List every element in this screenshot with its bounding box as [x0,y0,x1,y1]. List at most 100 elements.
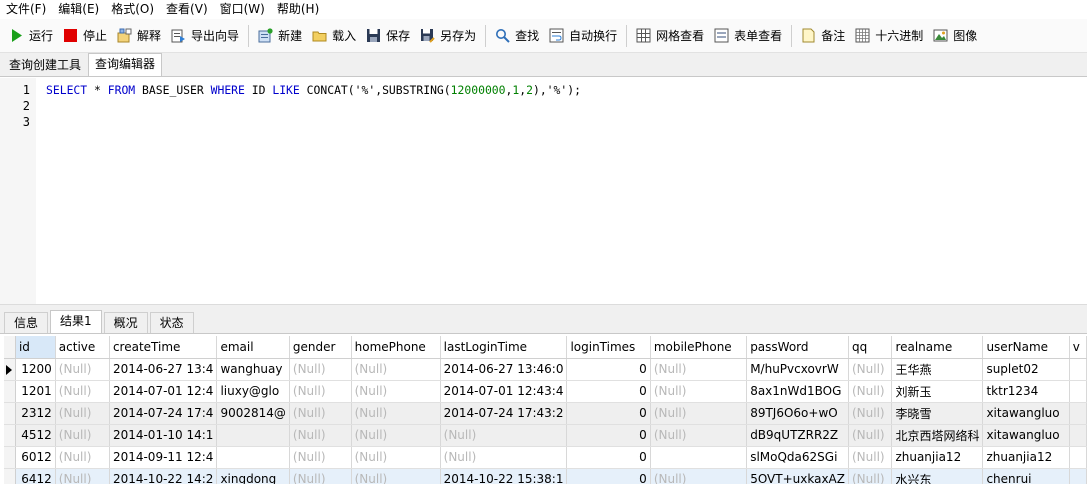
table-cell[interactable] [216,446,290,469]
column-header-gender[interactable]: gender [289,336,352,359]
table-cell[interactable]: 刘新玉 [891,380,984,403]
table-cell[interactable]: (Null) [55,402,110,425]
tab-query-editor[interactable]: 查询编辑器 [88,53,163,76]
column-header-createtime[interactable]: createTime [109,336,218,359]
table-cell[interactable]: (Null) [351,468,441,484]
table-cell[interactable]: (Null) [650,402,748,425]
table-cell[interactable]: (Null) [289,380,352,403]
run-button[interactable]: 运行 [4,24,58,48]
table-cell[interactable]: 0 [566,380,651,403]
column-header-qq[interactable]: qq [848,336,893,359]
column-header-homephone[interactable]: homePhone [351,336,441,359]
image-button[interactable]: 图像 [928,24,982,48]
column-header-id[interactable]: id [15,336,56,359]
table-cell[interactable]: xingdong [216,468,290,484]
row-indicator[interactable] [4,424,16,447]
table-cell[interactable]: 0 [566,446,651,469]
row-indicator[interactable] [4,468,16,484]
table-cell[interactable]: 0 [566,402,651,425]
table-cell[interactable]: (Null) [351,446,441,469]
table-cell[interactable]: (Null) [848,402,893,425]
table-cell[interactable]: M/huPvcxovrW [746,358,849,381]
new-button[interactable]: 新建 [253,24,307,48]
load-button[interactable]: 载入 [307,24,361,48]
find-button[interactable]: 查找 [490,24,544,48]
column-header-password[interactable]: passWord [746,336,849,359]
table-cell[interactable]: (Null) [848,358,893,381]
table-cell[interactable]: (Null) [650,424,748,447]
table-cell[interactable]: slMoQda62SGi [746,446,849,469]
table-cell[interactable]: 89TJ6O6o+wO [746,402,849,425]
table-cell[interactable]: (Null) [289,358,352,381]
tab-status[interactable]: 状态 [149,312,194,333]
table-cell[interactable] [1069,468,1087,484]
column-header-mobilephone[interactable]: mobilePhone [650,336,748,359]
table-cell[interactable]: xitawangluo [982,424,1070,447]
sql-editor[interactable]: 1 2 3 SELECT * FROM BASE_USER WHERE ID L… [0,78,1087,304]
table-cell[interactable]: (Null) [650,358,748,381]
table-cell[interactable]: 2014-07-24 17:4 [109,402,218,425]
table-cell[interactable]: (Null) [289,468,352,484]
table-row[interactable]: 1200 (Null) 2014-06-27 13:4 wanghuay (Null)(… [4,358,1087,381]
table-cell[interactable]: (Null) [848,446,893,469]
column-header-username[interactable]: userName [982,336,1070,359]
hex-button[interactable]: 十六进制 [850,24,928,48]
table-cell[interactable]: (Null) [650,468,748,484]
table-cell[interactable]: (Null) [289,446,352,469]
table-cell[interactable] [1069,402,1087,425]
table-cell[interactable]: 0 [566,358,651,381]
grid-view-button[interactable]: 网格查看 [631,24,709,48]
table-cell[interactable]: (Null) [351,402,441,425]
column-header-lastlogintime[interactable]: lastLoginTime [440,336,568,359]
table-cell[interactable]: (Null) [848,380,893,403]
table-cell[interactable]: 2014-06-27 13:4 [109,358,218,381]
table-cell[interactable]: (Null) [351,358,441,381]
table-cell[interactable]: (Null) [55,424,110,447]
table-cell[interactable] [1069,380,1087,403]
table-cell[interactable]: (Null) [351,424,441,447]
table-cell[interactable]: 水兴东 [891,468,984,484]
table-cell[interactable] [1069,358,1087,381]
table-cell[interactable]: suplet02 [982,358,1070,381]
table-cell[interactable]: (Null) [55,468,110,484]
table-cell[interactable]: 5OVT+uxkaxAZ [746,468,849,484]
tab-profile[interactable]: 概况 [103,312,148,333]
tab-query-builder[interactable]: 查询创建工具 [2,54,88,76]
menu-help[interactable]: 帮助(H) [271,0,325,18]
table-cell[interactable] [1069,446,1087,469]
table-cell[interactable]: 2014-10-22 15:38:1 [440,468,568,484]
table-cell[interactable]: (Null) [289,402,352,425]
table-cell[interactable]: 2312 [15,402,56,425]
table-cell[interactable]: 2014-07-24 17:43:2 [440,402,568,425]
form-view-button[interactable]: 表单查看 [709,24,787,48]
word-wrap-button[interactable]: 自动换行 [544,24,622,48]
table-cell[interactable]: 北京西塔网络科 [891,424,984,447]
table-cell[interactable]: (Null) [289,424,352,447]
table-cell[interactable]: zhuanjia12 [891,446,984,469]
row-indicator[interactable] [4,380,16,403]
table-row[interactable]: 2312 (Null) 2014-07-24 17:4 9002814@ (Null)(… [4,402,1087,425]
column-header-v[interactable]: v [1069,336,1087,359]
table-cell[interactable]: (Null) [848,424,893,447]
table-row[interactable]: 6412 (Null) 2014-10-22 14:2 xingdong (Null)(… [4,468,1087,484]
menu-file[interactable]: 文件(F) [0,0,52,18]
table-cell[interactable]: 1200 [15,358,56,381]
table-cell[interactable]: 6412 [15,468,56,484]
table-cell[interactable]: 8ax1nWd1BOG [746,380,849,403]
save-as-button[interactable]: 另存为 [415,24,481,48]
table-cell[interactable]: xitawangluo [982,402,1070,425]
table-cell[interactable]: 2014-01-10 14:1 [109,424,218,447]
save-button[interactable]: 保存 [361,24,415,48]
row-indicator[interactable] [4,402,16,425]
table-cell[interactable]: 0 [566,424,651,447]
table-cell[interactable]: (Null) [55,380,110,403]
export-wizard-button[interactable]: 导出向导 [166,24,244,48]
table-cell[interactable]: 李晓雪 [891,402,984,425]
column-header-active[interactable]: active [55,336,110,359]
table-cell[interactable]: chenrui [982,468,1070,484]
table-cell[interactable]: 王华燕 [891,358,984,381]
table-cell[interactable] [650,446,748,469]
table-cell[interactable]: 2014-10-22 14:2 [109,468,218,484]
tab-result-1[interactable]: 结果1 [50,310,102,333]
table-cell[interactable]: 2014-07-01 12:4 [109,380,218,403]
